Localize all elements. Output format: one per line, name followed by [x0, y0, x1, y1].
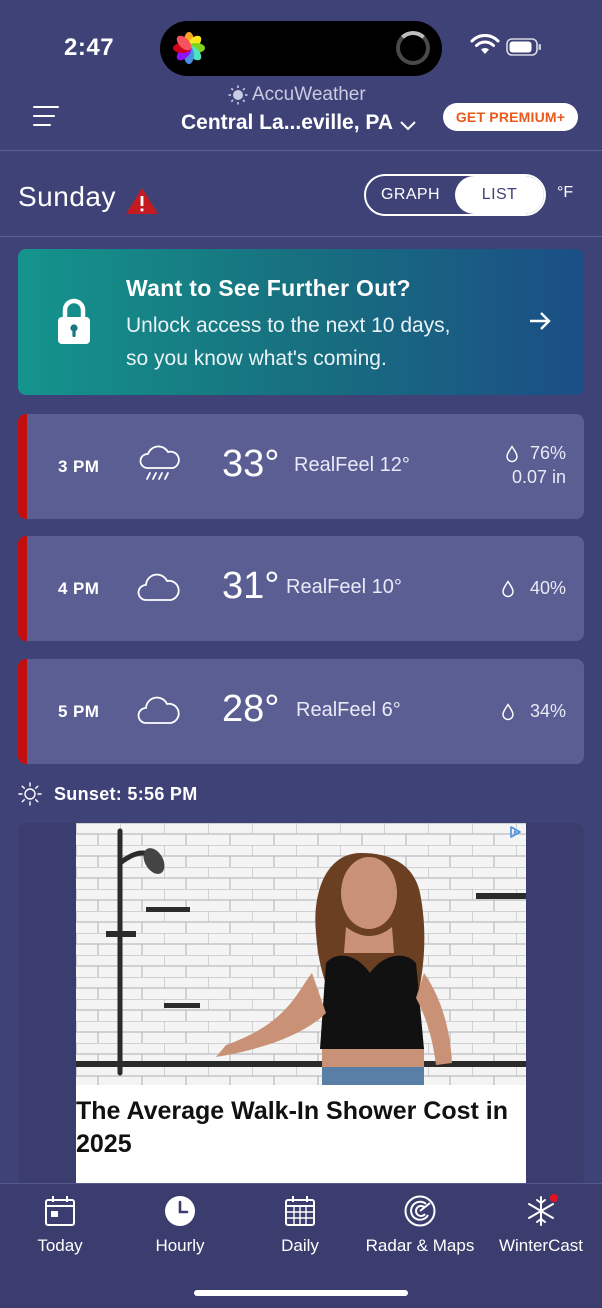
- lock-icon: [58, 298, 90, 344]
- wifi-icon: [470, 34, 500, 54]
- tab-daily[interactable]: Daily: [240, 1194, 360, 1256]
- location-name: Central La...eville, PA: [181, 111, 394, 134]
- tab-label: Today: [37, 1236, 83, 1255]
- ad-image[interactable]: [76, 823, 526, 1085]
- location-selector[interactable]: Central La...eville, PA: [181, 111, 417, 135]
- tab-hourly[interactable]: Hourly: [120, 1194, 240, 1256]
- arrow-right-icon: [530, 312, 551, 330]
- precipitation-drop-icon: [502, 580, 514, 598]
- banner-title: Want to See Further Out?: [126, 275, 411, 301]
- realfeel-temperature: RealFeel 12°: [294, 454, 410, 476]
- snowflake-icon: [528, 1194, 558, 1226]
- ad-headline[interactable]: The Average Walk-In Shower Cost in 2025: [76, 1095, 526, 1161]
- brand-name: AccuWeather: [252, 84, 366, 105]
- divider: [0, 150, 602, 151]
- realfeel-temperature: RealFeel 10°: [286, 576, 402, 598]
- brand-logo: AccuWeather: [228, 83, 366, 107]
- precipitation-drop-icon: [502, 703, 514, 721]
- hour-time: 3 PM: [58, 457, 100, 476]
- unlock-forecast-banner[interactable]: Want to See Further Out? Unlock access t…: [18, 249, 584, 395]
- hourly-card[interactable]: 4 PM 31° RealFeel 10° 40%: [18, 536, 584, 641]
- hour-time: 5 PM: [58, 702, 100, 721]
- view-toggle[interactable]: GRAPH LIST: [364, 174, 546, 216]
- activity-ring-icon: [396, 31, 430, 65]
- hour-time: 4 PM: [58, 579, 100, 598]
- alert-bar: [18, 536, 27, 641]
- status-time: 2:47: [64, 34, 115, 61]
- clock-icon: [165, 1196, 195, 1226]
- calendar-daily-icon: [285, 1196, 315, 1226]
- advertisement: The Average Walk-In Shower Cost in 2025: [18, 823, 584, 1185]
- hourly-card[interactable]: 5 PM 28° RealFeel 6° 34%: [18, 659, 584, 764]
- divider: [0, 236, 602, 237]
- battery-icon: [506, 38, 541, 56]
- adchoices-icon[interactable]: [508, 825, 522, 839]
- hour-temperature: 28°: [222, 688, 280, 730]
- banner-line: so you know what's coming.: [126, 347, 387, 370]
- tab-label: Radar & Maps: [365, 1236, 475, 1255]
- photos-app-icon: [173, 32, 205, 64]
- cloud-icon: [137, 573, 180, 601]
- precipitation-percent: 34%: [529, 701, 566, 721]
- temperature-unit[interactable]: °F: [557, 184, 573, 202]
- tab-label: Daily: [281, 1236, 319, 1255]
- get-premium-button[interactable]: GET PREMIUM+: [443, 103, 578, 131]
- banner-line: Unlock access to the next 10 days,: [126, 314, 451, 337]
- chevron-down-icon: [400, 120, 416, 130]
- graph-toggle-option[interactable]: GRAPH: [366, 176, 455, 214]
- sunset-icon: [18, 782, 42, 806]
- rain-cloud-icon: [139, 445, 180, 480]
- tab-wintercast[interactable]: WinterCast: [481, 1194, 601, 1256]
- tab-label: Hourly: [155, 1236, 205, 1255]
- precipitation-percent: 76%: [529, 443, 566, 463]
- sunset-time: Sunset: 5:56 PM: [54, 784, 198, 804]
- tab-today[interactable]: Today: [0, 1194, 120, 1256]
- banner-body: Unlock access to the next 10 days, so yo…: [126, 309, 451, 375]
- warning-icon[interactable]: [125, 187, 159, 215]
- calendar-today-icon: [45, 1196, 75, 1226]
- hourly-card[interactable]: 3 PM 33° RealFeel 12° 76% 0.07 in: [18, 414, 584, 519]
- day-title: Sunday: [18, 181, 116, 212]
- cloud-icon: [137, 696, 180, 724]
- menu-button[interactable]: [33, 106, 61, 128]
- radar-icon: [404, 1195, 436, 1227]
- hour-temperature: 33°: [222, 443, 280, 485]
- ad-creative[interactable]: The Average Walk-In Shower Cost in 2025: [76, 823, 526, 1185]
- precipitation-percent: 40%: [529, 578, 566, 598]
- realfeel-temperature: RealFeel 6°: [296, 699, 401, 721]
- precipitation-drop-icon: [506, 445, 518, 463]
- accuweather-sun-icon: [228, 85, 248, 105]
- home-indicator[interactable]: [194, 1290, 408, 1296]
- alert-bar: [18, 414, 27, 519]
- list-toggle-option[interactable]: LIST: [455, 176, 544, 214]
- dynamic-island: [160, 21, 442, 76]
- precipitation-amount: 0.07 in: [511, 467, 566, 487]
- tab-label: WinterCast: [498, 1236, 584, 1255]
- tab-radar-maps[interactable]: Radar & Maps: [360, 1194, 480, 1256]
- hour-temperature: 31°: [222, 565, 280, 607]
- alert-bar: [18, 659, 27, 764]
